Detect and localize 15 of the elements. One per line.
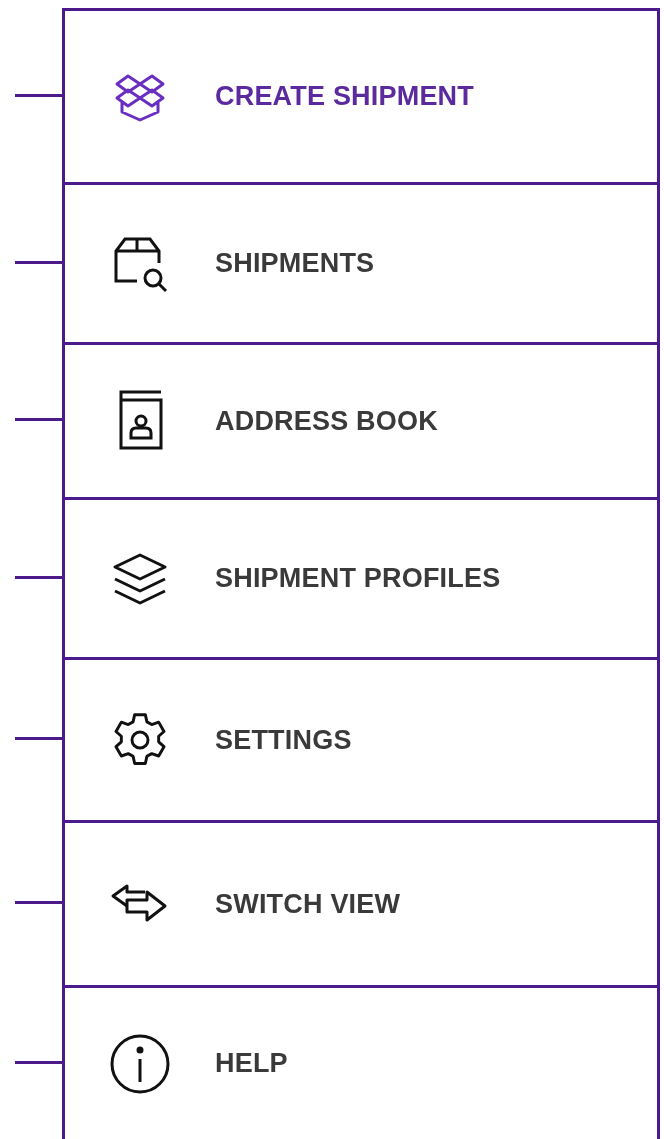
leader-line — [15, 575, 62, 579]
menu-item[interactable]: HELP — [62, 985, 660, 1139]
leader-line — [15, 737, 62, 740]
leader-line — [15, 901, 62, 904]
menu-item[interactable]: SHIPMENT PROFILES — [62, 497, 660, 657]
leader-line — [15, 1060, 62, 1064]
menu-item[interactable]: SWITCH VIEW — [62, 820, 660, 985]
menu-item[interactable]: SHIPMENTS — [62, 182, 660, 342]
menu-item[interactable]: SETTINGS — [62, 657, 660, 820]
menu-item[interactable]: ADDRESS BOOK — [62, 342, 660, 497]
info-icon — [109, 1032, 171, 1095]
leader-line — [15, 93, 62, 97]
leader-line — [15, 260, 62, 264]
leader-line — [15, 418, 62, 421]
menu-item[interactable]: CREATE SHIPMENT — [62, 8, 660, 182]
